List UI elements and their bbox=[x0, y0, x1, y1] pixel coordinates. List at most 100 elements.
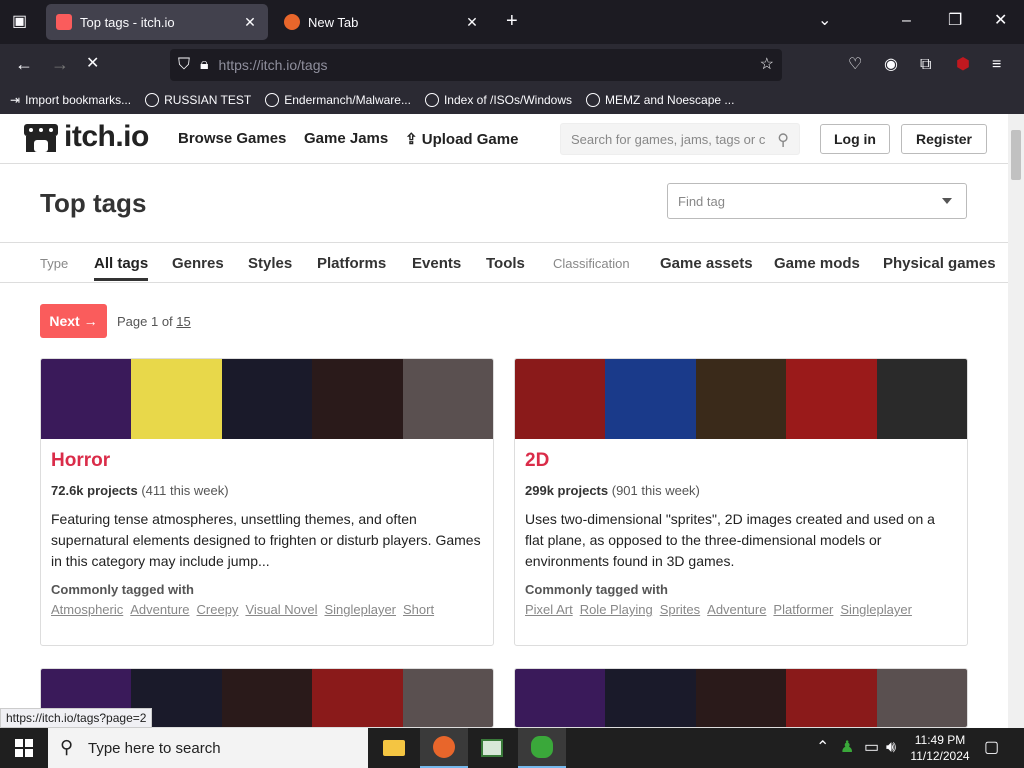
app-taskbar-icon[interactable] bbox=[468, 728, 516, 768]
scrollbar-thumb[interactable] bbox=[1011, 130, 1021, 180]
site-search-input[interactable]: Search for games, jams, tags or c ⚲ bbox=[560, 123, 800, 155]
tag-card-2d[interactable]: 2D 299k projects (901 this week) Uses tw… bbox=[514, 358, 968, 646]
tray-chevron-up-icon[interactable]: ⌃ bbox=[816, 740, 829, 756]
close-window-icon[interactable]: ✕ bbox=[994, 13, 1007, 29]
tag-name-link[interactable]: 2D bbox=[525, 450, 549, 472]
file-explorer-icon[interactable] bbox=[370, 728, 418, 768]
cover-strip[interactable] bbox=[41, 359, 493, 439]
game-thumbnail[interactable] bbox=[515, 669, 606, 727]
forward-arrow-icon[interactable]: → bbox=[51, 55, 69, 73]
search-icon[interactable]: ⚲ bbox=[777, 130, 789, 150]
game-thumbnail[interactable] bbox=[402, 359, 493, 439]
maximize-icon[interactable]: ❐ bbox=[948, 13, 962, 29]
related-tag-link[interactable]: Singleplayer bbox=[840, 602, 912, 617]
tab-game-assets[interactable]: Game assets bbox=[660, 255, 753, 272]
game-thumbnail[interactable] bbox=[131, 359, 222, 439]
tag-card-partial[interactable] bbox=[514, 668, 968, 728]
nav-upload-game[interactable]: ⇪ Upload Game bbox=[405, 130, 518, 148]
list-all-tabs-chevron-icon[interactable]: ⌄ bbox=[818, 13, 831, 29]
bookmark-item[interactable]: Endermanch/Malware... bbox=[265, 93, 411, 107]
related-tag-link[interactable]: Singleplayer bbox=[324, 602, 396, 617]
nav-game-jams[interactable]: Game Jams bbox=[304, 130, 388, 147]
tag-name-link[interactable]: Horror bbox=[51, 450, 110, 472]
tab-events[interactable]: Events bbox=[412, 255, 461, 272]
game-thumbnail[interactable] bbox=[41, 359, 132, 439]
tab-top-tags[interactable]: Top tags - itch.io ✕ bbox=[46, 4, 268, 40]
windows-logo-icon bbox=[15, 739, 33, 757]
tab-physical-games[interactable]: Physical games bbox=[883, 255, 996, 272]
game-thumbnail[interactable] bbox=[515, 359, 606, 439]
game-thumbnail[interactable] bbox=[786, 669, 877, 727]
close-tab-icon[interactable]: ✕ bbox=[242, 14, 258, 31]
related-tag-link[interactable]: Short bbox=[403, 602, 434, 617]
page-scrollbar[interactable] bbox=[1008, 114, 1024, 728]
game-thumbnail[interactable] bbox=[695, 359, 787, 439]
next-page-button[interactable]: Next → bbox=[40, 304, 107, 338]
register-button[interactable]: Register bbox=[901, 124, 987, 154]
menu-hamburger-icon[interactable]: ≡ bbox=[992, 57, 1001, 73]
game-thumbnail[interactable] bbox=[312, 359, 403, 439]
bookmark-item[interactable]: RUSSIAN TEST bbox=[145, 93, 251, 107]
related-tag-link[interactable]: Visual Novel bbox=[245, 602, 317, 617]
network-icon[interactable]: ▭ bbox=[864, 740, 879, 756]
bookmark-item[interactable]: Index of /ISOs/Windows bbox=[424, 93, 572, 107]
login-button[interactable]: Log in bbox=[820, 124, 890, 154]
cover-strip[interactable] bbox=[515, 359, 967, 439]
game-thumbnail[interactable] bbox=[605, 359, 696, 439]
tab-genres[interactable]: Genres bbox=[172, 255, 224, 272]
page-total-link[interactable]: 15 bbox=[176, 314, 190, 329]
game-thumbnail[interactable] bbox=[786, 359, 877, 439]
nav-browse-games[interactable]: Browse Games bbox=[178, 130, 286, 147]
tab-tools[interactable]: Tools bbox=[486, 255, 525, 272]
related-tag-link[interactable]: Adventure bbox=[130, 602, 189, 617]
stop-loading-icon[interactable]: ✕ bbox=[86, 56, 99, 72]
tray-app-icon[interactable]: ♟ bbox=[840, 740, 854, 756]
tab-game-mods[interactable]: Game mods bbox=[774, 255, 860, 272]
related-tag-link[interactable]: Platformer bbox=[773, 602, 833, 617]
tab-list-icon[interactable]: ▣ bbox=[12, 14, 27, 30]
windows-start-icon[interactable] bbox=[0, 728, 48, 768]
game-thumbnail[interactable] bbox=[221, 669, 313, 727]
pocket-icon[interactable]: ♡ bbox=[848, 57, 862, 73]
game-thumbnail[interactable] bbox=[876, 669, 967, 727]
related-tag-link[interactable]: Pixel Art bbox=[525, 602, 573, 617]
related-tag-link[interactable]: Atmospheric bbox=[51, 602, 123, 617]
close-tab-icon[interactable]: ✕ bbox=[464, 14, 480, 31]
extensions-icon[interactable]: ⧉ bbox=[920, 57, 931, 73]
back-arrow-icon[interactable]: ← bbox=[15, 55, 33, 73]
game-thumbnail[interactable] bbox=[221, 359, 313, 439]
game-thumbnail[interactable] bbox=[312, 669, 403, 727]
related-tag-link[interactable]: Adventure bbox=[707, 602, 766, 617]
firefox-taskbar-icon[interactable] bbox=[420, 728, 468, 768]
tab-styles[interactable]: Styles bbox=[248, 255, 292, 272]
game-thumbnail[interactable] bbox=[402, 669, 493, 727]
notifications-icon[interactable]: ▢ bbox=[984, 740, 999, 756]
bookmark-item[interactable]: ⇥ Import bookmarks... bbox=[10, 93, 131, 107]
tab-all-tags[interactable]: All tags bbox=[94, 255, 149, 281]
find-tag-select[interactable]: Find tag bbox=[667, 183, 967, 219]
game-thumbnail[interactable] bbox=[876, 359, 967, 439]
related-tag-link[interactable]: Creepy bbox=[197, 602, 239, 617]
volume-icon[interactable]: 🔊︎ bbox=[886, 740, 896, 756]
tag-card-horror[interactable]: Horror 72.6k projects (411 this week) Fe… bbox=[40, 358, 494, 646]
tab-platforms[interactable]: Platforms bbox=[317, 255, 386, 272]
cover-strip[interactable] bbox=[515, 669, 967, 727]
game-thumbnail[interactable] bbox=[695, 669, 787, 727]
bookmark-item[interactable]: MEMZ and Noescape ... bbox=[586, 93, 734, 107]
ublock-origin-icon[interactable]: ⬢ bbox=[956, 57, 970, 73]
green-app-taskbar-icon[interactable] bbox=[518, 728, 566, 768]
game-thumbnail[interactable] bbox=[605, 669, 696, 727]
tab-new-tab[interactable]: New Tab ✕ bbox=[274, 4, 490, 40]
address-bar[interactable]: ⛉ 🔒︎ https://itch.io/tags ☆ bbox=[170, 49, 782, 81]
bookmark-star-icon[interactable]: ☆ bbox=[760, 57, 774, 73]
minimize-icon[interactable]: – bbox=[902, 13, 911, 29]
related-tag-link[interactable]: Role Playing bbox=[580, 602, 653, 617]
taskbar-search-input[interactable]: ⚲ Type here to search bbox=[48, 728, 368, 768]
account-icon[interactable]: ◉ bbox=[884, 57, 898, 73]
shield-icon[interactable]: ⛉ bbox=[178, 57, 190, 73]
lock-icon[interactable]: 🔒︎ bbox=[200, 57, 209, 73]
related-tag-link[interactable]: Sprites bbox=[660, 602, 700, 617]
new-tab-plus-icon[interactable]: + bbox=[506, 11, 518, 31]
itchio-logo[interactable]: itch.io bbox=[22, 120, 149, 154]
taskbar-clock[interactable]: 11:49 PM 11/12/2024 bbox=[902, 732, 978, 764]
